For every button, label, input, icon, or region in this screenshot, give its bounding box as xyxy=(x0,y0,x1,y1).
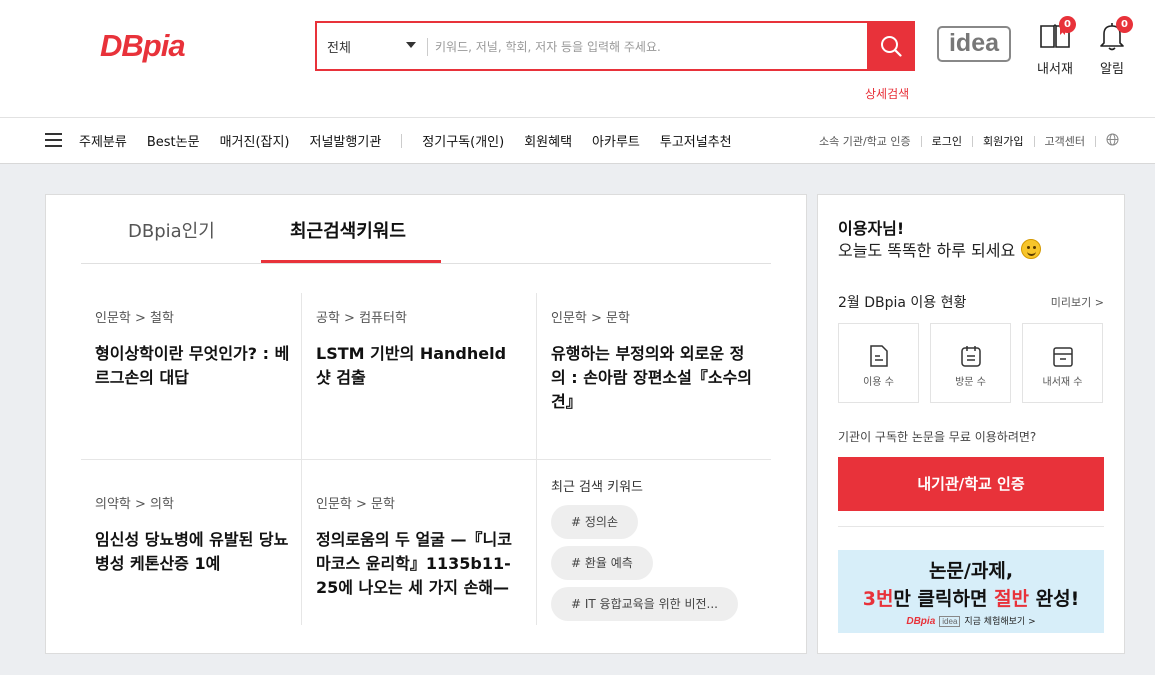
alarm-label: 알림 xyxy=(1100,62,1124,77)
nav-divider xyxy=(401,133,403,148)
library-count-badge: 0 xyxy=(1059,16,1076,33)
user-panel: 이용자님! 오늘도 똑똑한 하루 되세요 2월 DBpia 이용 현황 미리보기… xyxy=(817,194,1125,654)
paper-category: 의약학 > 의학 xyxy=(95,497,174,512)
dbpia-logo[interactable]: DBpia xyxy=(100,28,186,64)
stat-usage: 이용 수 xyxy=(838,323,919,403)
document-icon xyxy=(869,345,888,367)
nav-utility: 소속 기관/학교 인증 로그인 회원가입 고객센터 xyxy=(809,133,1119,149)
recent-keywords-title: 최근 검색 키워드 xyxy=(551,480,643,495)
divider xyxy=(920,135,922,147)
chevron-down-icon[interactable] xyxy=(406,42,416,48)
greeting-message: 오늘도 똑똑한 하루 되세요 xyxy=(838,237,1042,261)
globe-icon xyxy=(1106,133,1119,146)
divider xyxy=(972,135,974,147)
banner-emphasis: 절반 xyxy=(994,588,1030,610)
keyword-chip[interactable]: # 정의손 xyxy=(551,505,638,539)
greeting: 이용자님! xyxy=(838,219,905,238)
tab-divider xyxy=(81,263,771,264)
keyword-chip[interactable]: # IT 융합교육을 위한 비전... xyxy=(551,587,738,621)
language-button[interactable] xyxy=(1106,133,1119,149)
banner-cta[interactable]: DBpia idea 지금 체험해보기 > xyxy=(838,614,1104,627)
paper-title[interactable]: 형이상학이란 무엇인가? : 베르그손의 대답 xyxy=(95,342,290,390)
divider xyxy=(427,38,428,56)
smile-emoji-icon xyxy=(1021,239,1042,259)
paper-card[interactable]: 공학 > 컴퓨터학 LSTM 기반의 Handheld 샷 검출 xyxy=(316,307,521,390)
nav-item-journal-recommend[interactable]: 투고저널추천 xyxy=(660,131,732,150)
institution-auth-button[interactable]: 내기관/학교 인증 xyxy=(838,457,1104,511)
nav-item-benefits[interactable]: 회원혜택 xyxy=(524,131,572,150)
usage-title: 2월 DBpia 이용 현황 xyxy=(838,295,967,311)
stat-label: 방문 수 xyxy=(955,377,986,388)
stat-label: 이용 수 xyxy=(863,377,894,388)
banner-text: 완성! xyxy=(1029,588,1080,610)
nav-item-acaroute[interactable]: 아카루트 xyxy=(592,131,640,150)
keyword-chip[interactable]: # 환율 예측 xyxy=(551,546,653,580)
signup-link[interactable]: 회원가입 xyxy=(983,133,1023,149)
header: DBpia 전체 상세검색 idea 0 내서재 0 알림 xyxy=(0,0,1155,117)
institution-info: 기관이 구독한 논문을 무료 이용하려면? xyxy=(838,430,1037,444)
paper-title[interactable]: 정의로움의 두 얼굴 —『니코마코스 윤리학』1135b11-25에 나오는 세… xyxy=(316,528,526,600)
divider xyxy=(838,526,1104,527)
paper-title[interactable]: 임신성 당뇨병에 유발된 당뇨병성 케톤산증 1예 xyxy=(95,528,290,576)
divider xyxy=(81,459,771,460)
idea-logo[interactable]: idea xyxy=(937,26,1011,62)
search-bar: 전체 xyxy=(315,21,915,71)
promo-banner[interactable]: 논문/과제, 3번만 클릭하면 절반 완성! DBpia idea 지금 체험해보기… xyxy=(838,550,1104,633)
library-button[interactable]: 0 내서재 xyxy=(1030,16,1080,77)
support-link[interactable]: 고객센터 xyxy=(1045,133,1085,149)
tab-popular[interactable]: DBpia인기 xyxy=(128,217,215,243)
nav-item-publisher[interactable]: 저널발행기관 xyxy=(310,131,382,150)
search-icon xyxy=(881,36,902,57)
archive-icon xyxy=(1052,347,1073,367)
advanced-search-link[interactable]: 상세검색 xyxy=(865,85,909,102)
paper-category: 인문학 > 문학 xyxy=(316,497,395,512)
stat-visits: 방문 수 xyxy=(930,323,1011,403)
banner-line2: 3번만 클릭하면 절반 완성! xyxy=(838,584,1104,611)
calendar-icon xyxy=(960,346,981,367)
paper-card[interactable]: 인문학 > 철학 형이상학이란 무엇인가? : 베르그손의 대답 xyxy=(95,307,290,390)
paper-category: 인문학 > 철학 xyxy=(95,311,174,326)
paper-category: 공학 > 컴퓨터학 xyxy=(316,311,407,326)
tab-recent-keywords[interactable]: 최근검색키워드 xyxy=(290,217,406,243)
divider xyxy=(1033,135,1035,147)
banner-line1: 논문/과제, xyxy=(928,560,1014,582)
paper-card[interactable]: 인문학 > 문학 정의로움의 두 얼굴 —『니코마코스 윤리학』1135b11-… xyxy=(316,493,526,600)
stat-label: 내서재 수 xyxy=(1042,377,1083,388)
search-input[interactable] xyxy=(435,35,855,59)
preview-link[interactable]: 미리보기 > xyxy=(1051,294,1104,310)
main-nav: 주제분류 Best논문 매거진(잡지) 저널발행기관 정기구독(개인) 회원혜택… xyxy=(0,117,1155,164)
greeting-text: 오늘도 똑똑한 하루 되세요 xyxy=(838,241,1016,260)
banner-emphasis: 3번 xyxy=(862,588,894,610)
paper-card[interactable]: 인문학 > 문학 유행하는 부정의와 외로운 정의 : 손아람 장편소설『소수의… xyxy=(551,307,756,414)
paper-category: 인문학 > 문학 xyxy=(551,311,630,326)
banner-dbpia-logo: DBpia xyxy=(906,616,936,627)
library-label: 내서재 xyxy=(1037,62,1073,77)
alarm-count-badge: 0 xyxy=(1116,16,1133,33)
search-button[interactable] xyxy=(867,21,915,71)
paper-card[interactable]: 의약학 > 의학 임신성 당뇨병에 유발된 당뇨병성 케톤산증 1예 xyxy=(95,493,290,576)
alarm-button[interactable]: 0 알림 xyxy=(1087,16,1137,77)
nav-item-subject[interactable]: 주제분류 xyxy=(79,131,127,150)
banner-text: 만 클릭하면 xyxy=(893,588,995,610)
login-link[interactable]: 로그인 xyxy=(932,133,962,149)
banner-cta-text: 지금 체험해보기 > xyxy=(964,617,1036,627)
banner-idea-logo: idea xyxy=(939,616,961,627)
nav-item-best[interactable]: Best논문 xyxy=(147,131,200,150)
divider xyxy=(1095,135,1096,147)
search-scope-select[interactable]: 전체 xyxy=(327,37,351,56)
institution-auth-link[interactable]: 소속 기관/학교 인증 xyxy=(819,133,911,149)
active-tab-indicator xyxy=(261,260,441,263)
nav-item-subscription[interactable]: 정기구독(개인) xyxy=(422,131,504,150)
stat-library: 내서재 수 xyxy=(1022,323,1103,403)
keyword-panel: DBpia인기 최근검색키워드 인문학 > 철학 형이상학이란 무엇인가? : … xyxy=(45,194,807,654)
nav-item-magazine[interactable]: 매거진(잡지) xyxy=(220,131,290,150)
paper-title[interactable]: 유행하는 부정의와 외로운 정의 : 손아람 장편소설『소수의견』 xyxy=(551,342,756,414)
hamburger-menu-icon[interactable] xyxy=(45,133,62,147)
nav-items: 주제분류 Best논문 매거진(잡지) 저널발행기관 정기구독(개인) 회원혜택… xyxy=(79,131,752,150)
paper-title[interactable]: LSTM 기반의 Handheld 샷 검출 xyxy=(316,342,521,390)
